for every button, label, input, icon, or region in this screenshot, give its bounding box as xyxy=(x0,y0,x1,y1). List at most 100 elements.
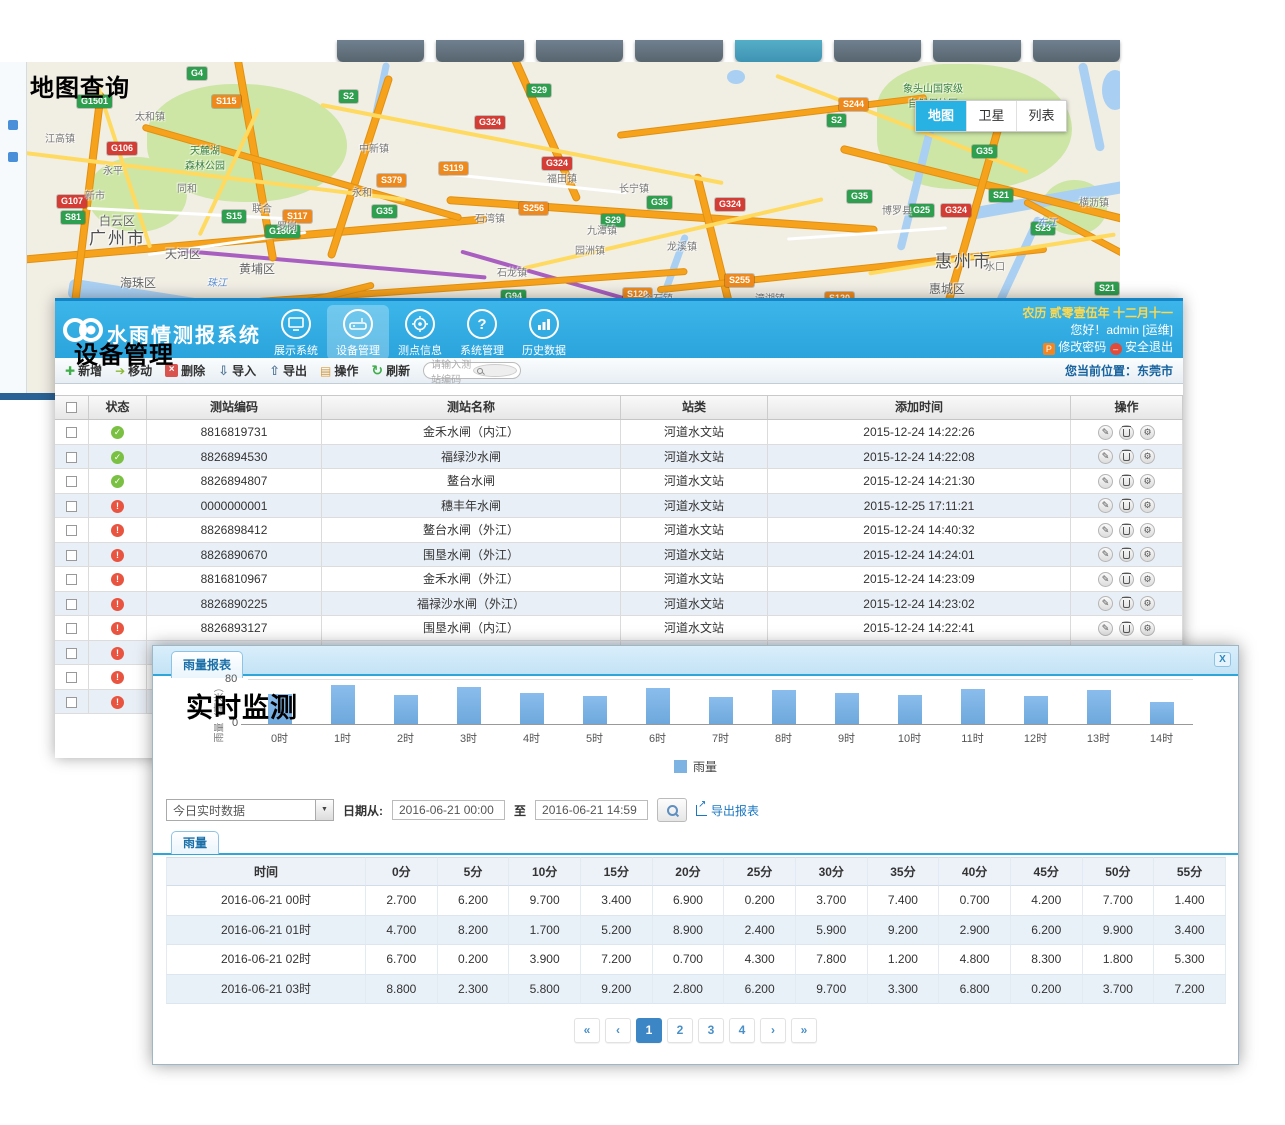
trash-icon[interactable] xyxy=(1119,449,1134,464)
x-tick-label: 13时 xyxy=(1067,730,1130,746)
close-icon[interactable]: X xyxy=(1214,652,1231,667)
rain-column-header: 45分 xyxy=(1011,857,1083,886)
settings-gear-icon[interactable]: ⚙ xyxy=(1140,596,1155,611)
edit-icon[interactable]: ✎ xyxy=(1098,474,1113,489)
top-tab[interactable] xyxy=(436,40,523,62)
trash-icon[interactable] xyxy=(1119,523,1134,538)
change-password-link[interactable]: 修改密码 xyxy=(1058,340,1106,354)
data-mode-select[interactable]: 今日实时数据 ▼ xyxy=(166,799,334,821)
row-checkbox[interactable] xyxy=(66,525,77,536)
pager-page-button[interactable]: 1 xyxy=(636,1018,662,1043)
top-tab[interactable] xyxy=(1033,40,1120,62)
station-type-cell: 河道水文站 xyxy=(621,592,768,617)
edit-icon[interactable]: ✎ xyxy=(1098,449,1113,464)
import-button[interactable]: ⇩导入 xyxy=(218,362,256,379)
top-tab[interactable] xyxy=(834,40,921,62)
trash-icon[interactable] xyxy=(1119,498,1134,513)
pager-nav-button[interactable]: ‹ xyxy=(605,1018,631,1043)
nav-item-display-system[interactable]: 展示系统 xyxy=(265,305,327,360)
refresh-button[interactable]: ↻刷新 xyxy=(371,362,410,379)
trash-icon[interactable] xyxy=(1119,572,1134,587)
edit-icon[interactable]: ✎ xyxy=(1098,572,1113,587)
row-checkbox[interactable] xyxy=(66,550,77,561)
rail-marker-icon[interactable] xyxy=(8,152,18,162)
rain-value-cell: 0.200 xyxy=(1011,975,1083,1005)
pager-page-button[interactable]: 3 xyxy=(698,1018,724,1043)
satellite-button[interactable]: 卫星 xyxy=(966,101,1016,131)
edit-icon[interactable]: ✎ xyxy=(1098,425,1113,440)
row-checkbox[interactable] xyxy=(66,427,77,438)
station-search-input[interactable]: 请输入测站编码 xyxy=(423,362,521,379)
annotation-map-query: 地图查询 xyxy=(30,68,130,103)
export-button[interactable]: ⇧导出 xyxy=(269,362,307,379)
settings-gear-icon[interactable]: ⚙ xyxy=(1140,547,1155,562)
select-all-checkbox[interactable] xyxy=(66,402,77,413)
chevron-down-icon[interactable]: ▼ xyxy=(315,800,333,820)
column-header: 状态 xyxy=(89,396,147,419)
add-time-cell: 2015-12-24 14:23:09 xyxy=(768,567,1071,592)
station-type-cell: 河道水文站 xyxy=(621,469,768,494)
pager-page-button[interactable]: 4 xyxy=(729,1018,755,1043)
device-toolbar: ✚新增 ➔移动 ×删除 ⇩导入 ⇧导出 ▤操作 ↻刷新 请输入测站编码 您当前位… xyxy=(55,358,1183,384)
pager-page-button[interactable]: 2 xyxy=(667,1018,693,1043)
nav-item-station-info[interactable]: 测点信息 xyxy=(389,305,451,360)
trash-icon[interactable] xyxy=(1119,621,1134,636)
export-report-link[interactable]: 导出报表 xyxy=(696,802,759,819)
row-checkbox[interactable] xyxy=(66,697,77,708)
trash-icon[interactable] xyxy=(1119,474,1134,489)
row-checkbox[interactable] xyxy=(66,452,77,463)
list-button[interactable]: 列表 xyxy=(1016,101,1066,131)
settings-gear-icon[interactable]: ⚙ xyxy=(1140,449,1155,464)
rail-marker-icon[interactable] xyxy=(8,120,18,130)
top-tab[interactable] xyxy=(536,40,623,62)
top-tab[interactable] xyxy=(735,40,822,62)
road-badge: S244 xyxy=(839,98,868,111)
logout-link[interactable]: 安全退出 xyxy=(1125,340,1173,354)
trash-icon[interactable] xyxy=(1119,596,1134,611)
row-checkbox[interactable] xyxy=(66,648,77,659)
row-checkbox[interactable] xyxy=(66,501,77,512)
chart-bar xyxy=(835,693,859,724)
chart-bar xyxy=(457,687,481,724)
nav-item-system-management[interactable]: ? 系统管理 xyxy=(451,305,513,360)
edit-icon[interactable]: ✎ xyxy=(1098,498,1113,513)
settings-gear-icon[interactable]: ⚙ xyxy=(1140,523,1155,538)
map-side-rail xyxy=(0,62,27,393)
pager-nav-button[interactable]: » xyxy=(791,1018,817,1043)
row-checkbox[interactable] xyxy=(66,574,77,585)
map-button[interactable]: 地图 xyxy=(916,101,966,131)
row-checkbox[interactable] xyxy=(66,672,77,683)
row-checkbox[interactable] xyxy=(66,623,77,634)
settings-gear-icon[interactable]: ⚙ xyxy=(1140,498,1155,513)
monitor-icon xyxy=(281,309,311,339)
row-checkbox[interactable] xyxy=(66,476,77,487)
edit-icon[interactable]: ✎ xyxy=(1098,621,1113,636)
settings-gear-icon[interactable]: ⚙ xyxy=(1140,474,1155,489)
settings-gear-icon[interactable]: ⚙ xyxy=(1140,425,1155,440)
search-icon[interactable] xyxy=(473,364,517,377)
edit-icon[interactable]: ✎ xyxy=(1098,547,1113,562)
pager-nav-button[interactable]: › xyxy=(760,1018,786,1043)
edit-icon[interactable]: ✎ xyxy=(1098,523,1113,538)
settings-gear-icon[interactable]: ⚙ xyxy=(1140,621,1155,636)
pager-nav-button[interactable]: « xyxy=(574,1018,600,1043)
top-tab[interactable] xyxy=(933,40,1020,62)
query-button[interactable] xyxy=(657,798,687,822)
tab-rain[interactable]: 雨量 xyxy=(171,831,219,854)
column-header: 添加时间 xyxy=(768,396,1071,419)
operate-button[interactable]: ▤操作 xyxy=(320,362,358,379)
nav-item-history-data[interactable]: 历史数据 xyxy=(513,305,575,360)
settings-gear-icon[interactable]: ⚙ xyxy=(1140,572,1155,587)
trash-icon[interactable] xyxy=(1119,547,1134,562)
trash-icon[interactable] xyxy=(1119,425,1134,440)
top-tab[interactable] xyxy=(635,40,722,62)
row-checkbox-cell xyxy=(55,641,89,666)
date-from-input[interactable]: 2016-06-21 00:00 xyxy=(392,800,505,820)
rain-column-header: 5分 xyxy=(438,857,510,886)
top-tab[interactable] xyxy=(337,40,424,62)
row-checkbox[interactable] xyxy=(66,599,77,610)
edit-icon[interactable]: ✎ xyxy=(1098,596,1113,611)
rain-value-cell: 9.200 xyxy=(868,916,940,946)
date-to-input[interactable]: 2016-06-21 14:59 xyxy=(535,800,648,820)
nav-item-device-management[interactable]: 设备管理 xyxy=(327,305,389,360)
